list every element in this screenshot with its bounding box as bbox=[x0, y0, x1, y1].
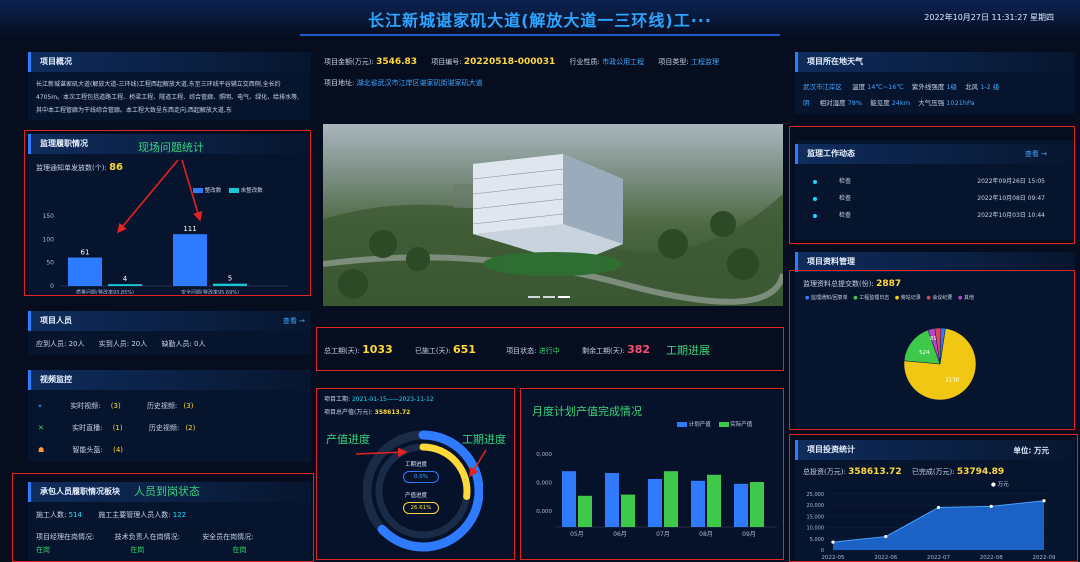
annotation-arrows bbox=[116, 159, 487, 478]
